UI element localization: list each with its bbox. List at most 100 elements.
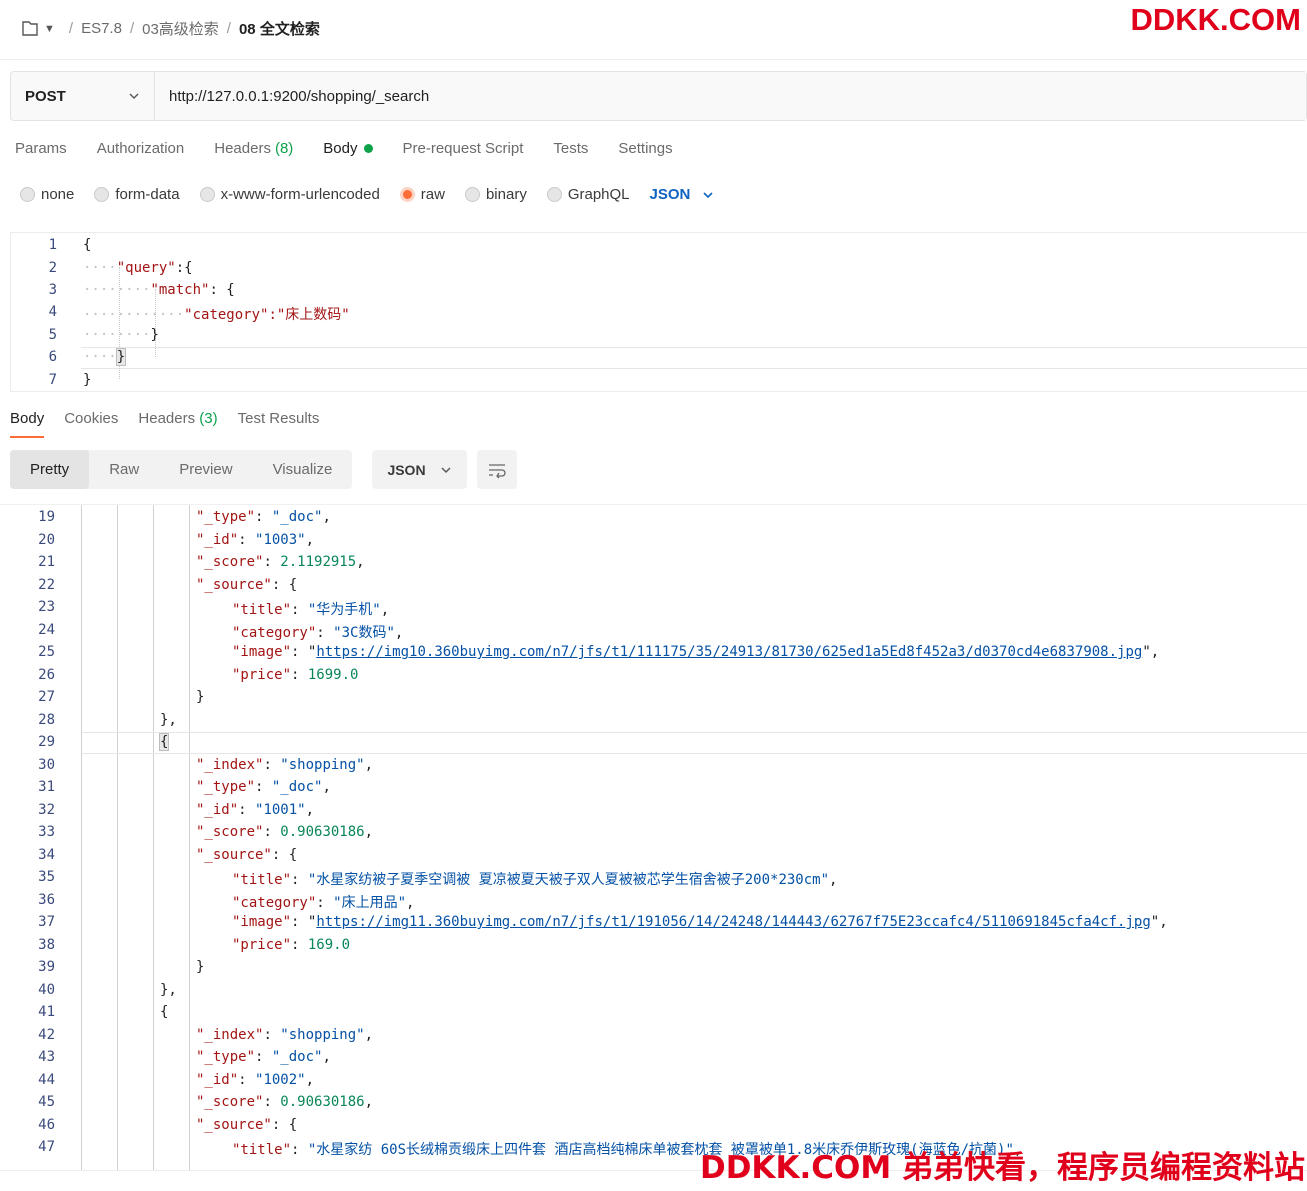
json-value: "床上用品" bbox=[333, 894, 407, 911]
line-number: 33 bbox=[38, 824, 55, 840]
body-format-label: JSON bbox=[649, 186, 691, 203]
line-number: 6 bbox=[48, 349, 57, 365]
format-label: JSON bbox=[387, 461, 426, 478]
line-number: 45 bbox=[38, 1094, 55, 1110]
radio-icon[interactable] bbox=[20, 187, 35, 202]
body-type-none[interactable]: none bbox=[20, 186, 74, 203]
json-value: "1003" bbox=[255, 531, 306, 548]
line-number: 25 bbox=[38, 644, 55, 660]
code-line: "image": "https://img10.360buyimg.com/n7… bbox=[232, 644, 1160, 660]
json-key: "title" bbox=[232, 602, 292, 618]
json-punct: , bbox=[322, 509, 331, 525]
radio-icon[interactable] bbox=[464, 187, 480, 202]
tab-pre-request-script[interactable]: Pre-request Script bbox=[403, 140, 524, 157]
line-number: 36 bbox=[38, 891, 55, 908]
line-number: 20 bbox=[38, 531, 55, 548]
radio-selected-icon[interactable] bbox=[399, 187, 415, 202]
code-line: ········} bbox=[83, 327, 159, 343]
line-number: 24 bbox=[38, 621, 55, 638]
option-label: none bbox=[41, 186, 75, 203]
tab-authorization[interactable]: Authorization bbox=[97, 140, 185, 157]
wrap-lines-button[interactable] bbox=[477, 450, 517, 489]
json-punct: , bbox=[364, 756, 374, 773]
body-type-form-data[interactable]: form-data bbox=[94, 186, 180, 203]
breadcrumb-current[interactable]: 08 全文检索 bbox=[239, 18, 320, 39]
radio-icon[interactable] bbox=[546, 187, 562, 202]
line-number: 30 bbox=[38, 756, 55, 773]
json-punct: , bbox=[305, 801, 315, 818]
tab-response-body[interactable]: Body bbox=[10, 410, 45, 438]
response-format-select[interactable]: JSON bbox=[372, 450, 467, 489]
line-number: 35 bbox=[38, 869, 55, 885]
line-number: 2 bbox=[48, 260, 57, 276]
code-line: "title": "水星家纺被子夏季空调被 夏凉被夏天被子双人夏被被芯学生宿舍被… bbox=[232, 872, 838, 888]
body-type-raw[interactable]: raw bbox=[399, 186, 445, 203]
code-line: "_id": "1001", bbox=[196, 801, 315, 818]
view-raw[interactable]: Raw bbox=[89, 450, 159, 489]
request-body-editor[interactable]: 1 { 2 ····"query":{ 3 ········"match": {… bbox=[10, 232, 1307, 392]
tab-tests[interactable]: Tests bbox=[553, 140, 588, 157]
json-punct: , bbox=[305, 1071, 315, 1088]
caret-down-icon[interactable]: ▼ bbox=[44, 23, 55, 35]
view-visualize[interactable]: Visualize bbox=[253, 450, 353, 489]
tab-body[interactable]: Body bbox=[323, 140, 373, 157]
code-line: } bbox=[83, 372, 92, 388]
tab-label: Settings bbox=[618, 140, 673, 157]
body-format-select[interactable]: JSON bbox=[650, 186, 715, 203]
json-punct: , bbox=[364, 824, 374, 840]
json-key: "_id" bbox=[196, 531, 239, 548]
json-value: 0.90630186 bbox=[280, 824, 365, 840]
url-input[interactable]: http://127.0.0.1:9200/shopping/_search bbox=[155, 72, 1306, 120]
view-preview[interactable]: Preview bbox=[159, 450, 252, 489]
response-body-viewer[interactable]: 19 "_type": "_doc", 20 "_id": "1003", 21 "_sc… bbox=[0, 504, 1307, 1170]
collection-icon[interactable] bbox=[20, 19, 40, 39]
code-line: }, bbox=[160, 982, 177, 998]
headers-count: (3) bbox=[199, 410, 218, 427]
line-number: 23 bbox=[38, 599, 55, 615]
tab-headers[interactable]: Headers (8) bbox=[214, 140, 293, 157]
view-pretty[interactable]: Pretty bbox=[10, 450, 90, 489]
breadcrumb-separator: / bbox=[226, 20, 231, 37]
json-key: "_source" bbox=[196, 1116, 272, 1133]
option-label: x-www-form-urlencoded bbox=[220, 186, 380, 203]
line-number: 26 bbox=[38, 666, 55, 683]
breadcrumb-item-2[interactable]: 03高级检索 bbox=[142, 18, 219, 39]
json-value: "shopping" bbox=[280, 756, 365, 773]
breadcrumb-separator: / bbox=[129, 20, 135, 37]
image-link[interactable]: https://img11.360buyimg.com/n7/jfs/t1/19… bbox=[316, 914, 1150, 930]
json-value: "shopping" bbox=[280, 1026, 365, 1043]
breadcrumb-item-1[interactable]: ES7.8 bbox=[81, 20, 122, 37]
request-tabs: Params Authorization Headers (8) Body Pre… bbox=[15, 140, 703, 157]
method-select[interactable]: POST bbox=[11, 72, 155, 120]
code-line: "_score": 2.1192915, bbox=[196, 554, 365, 570]
line-number: 41 bbox=[38, 1004, 55, 1020]
json-key: "_score" bbox=[196, 824, 264, 840]
image-link[interactable]: https://img10.360buyimg.com/n7/jfs/t1/11… bbox=[316, 644, 1142, 660]
code-line: "_source": { bbox=[196, 1116, 298, 1133]
code-line: "_source": { bbox=[196, 576, 298, 593]
tab-label: Params bbox=[15, 140, 67, 157]
tab-label: Pre-request Script bbox=[402, 140, 524, 157]
body-type-graphql[interactable]: GraphQL bbox=[546, 186, 630, 203]
tab-response-headers[interactable]: Headers (3) bbox=[138, 410, 217, 435]
tab-params[interactable]: Params bbox=[15, 140, 67, 157]
json-key: "_type" bbox=[196, 509, 256, 525]
line-number: 4 bbox=[48, 304, 57, 320]
body-type-urlencoded[interactable]: x-www-form-urlencoded bbox=[199, 186, 380, 203]
body-type-binary[interactable]: binary bbox=[464, 186, 527, 203]
json-key: "_id" bbox=[196, 801, 239, 818]
json-key: "price" bbox=[232, 666, 292, 683]
body-type-options: none form-data x-www-form-urlencoded raw… bbox=[20, 186, 714, 203]
request-bar: POST http://127.0.0.1:9200/shopping/_sea… bbox=[10, 71, 1307, 121]
json-key: "image" bbox=[232, 644, 292, 660]
breadcrumb-separator: / bbox=[68, 20, 74, 37]
tab-cookies[interactable]: Cookies bbox=[64, 410, 118, 435]
tab-test-results[interactable]: Test Results bbox=[238, 410, 320, 435]
line-number: 21 bbox=[38, 554, 55, 570]
code-line: "category": "床上用品", bbox=[232, 894, 415, 911]
current-line-highlight bbox=[81, 347, 1307, 369]
radio-icon[interactable] bbox=[94, 187, 110, 202]
tab-settings[interactable]: Settings bbox=[618, 140, 672, 157]
radio-icon[interactable] bbox=[199, 187, 215, 202]
line-number: 42 bbox=[38, 1026, 55, 1043]
